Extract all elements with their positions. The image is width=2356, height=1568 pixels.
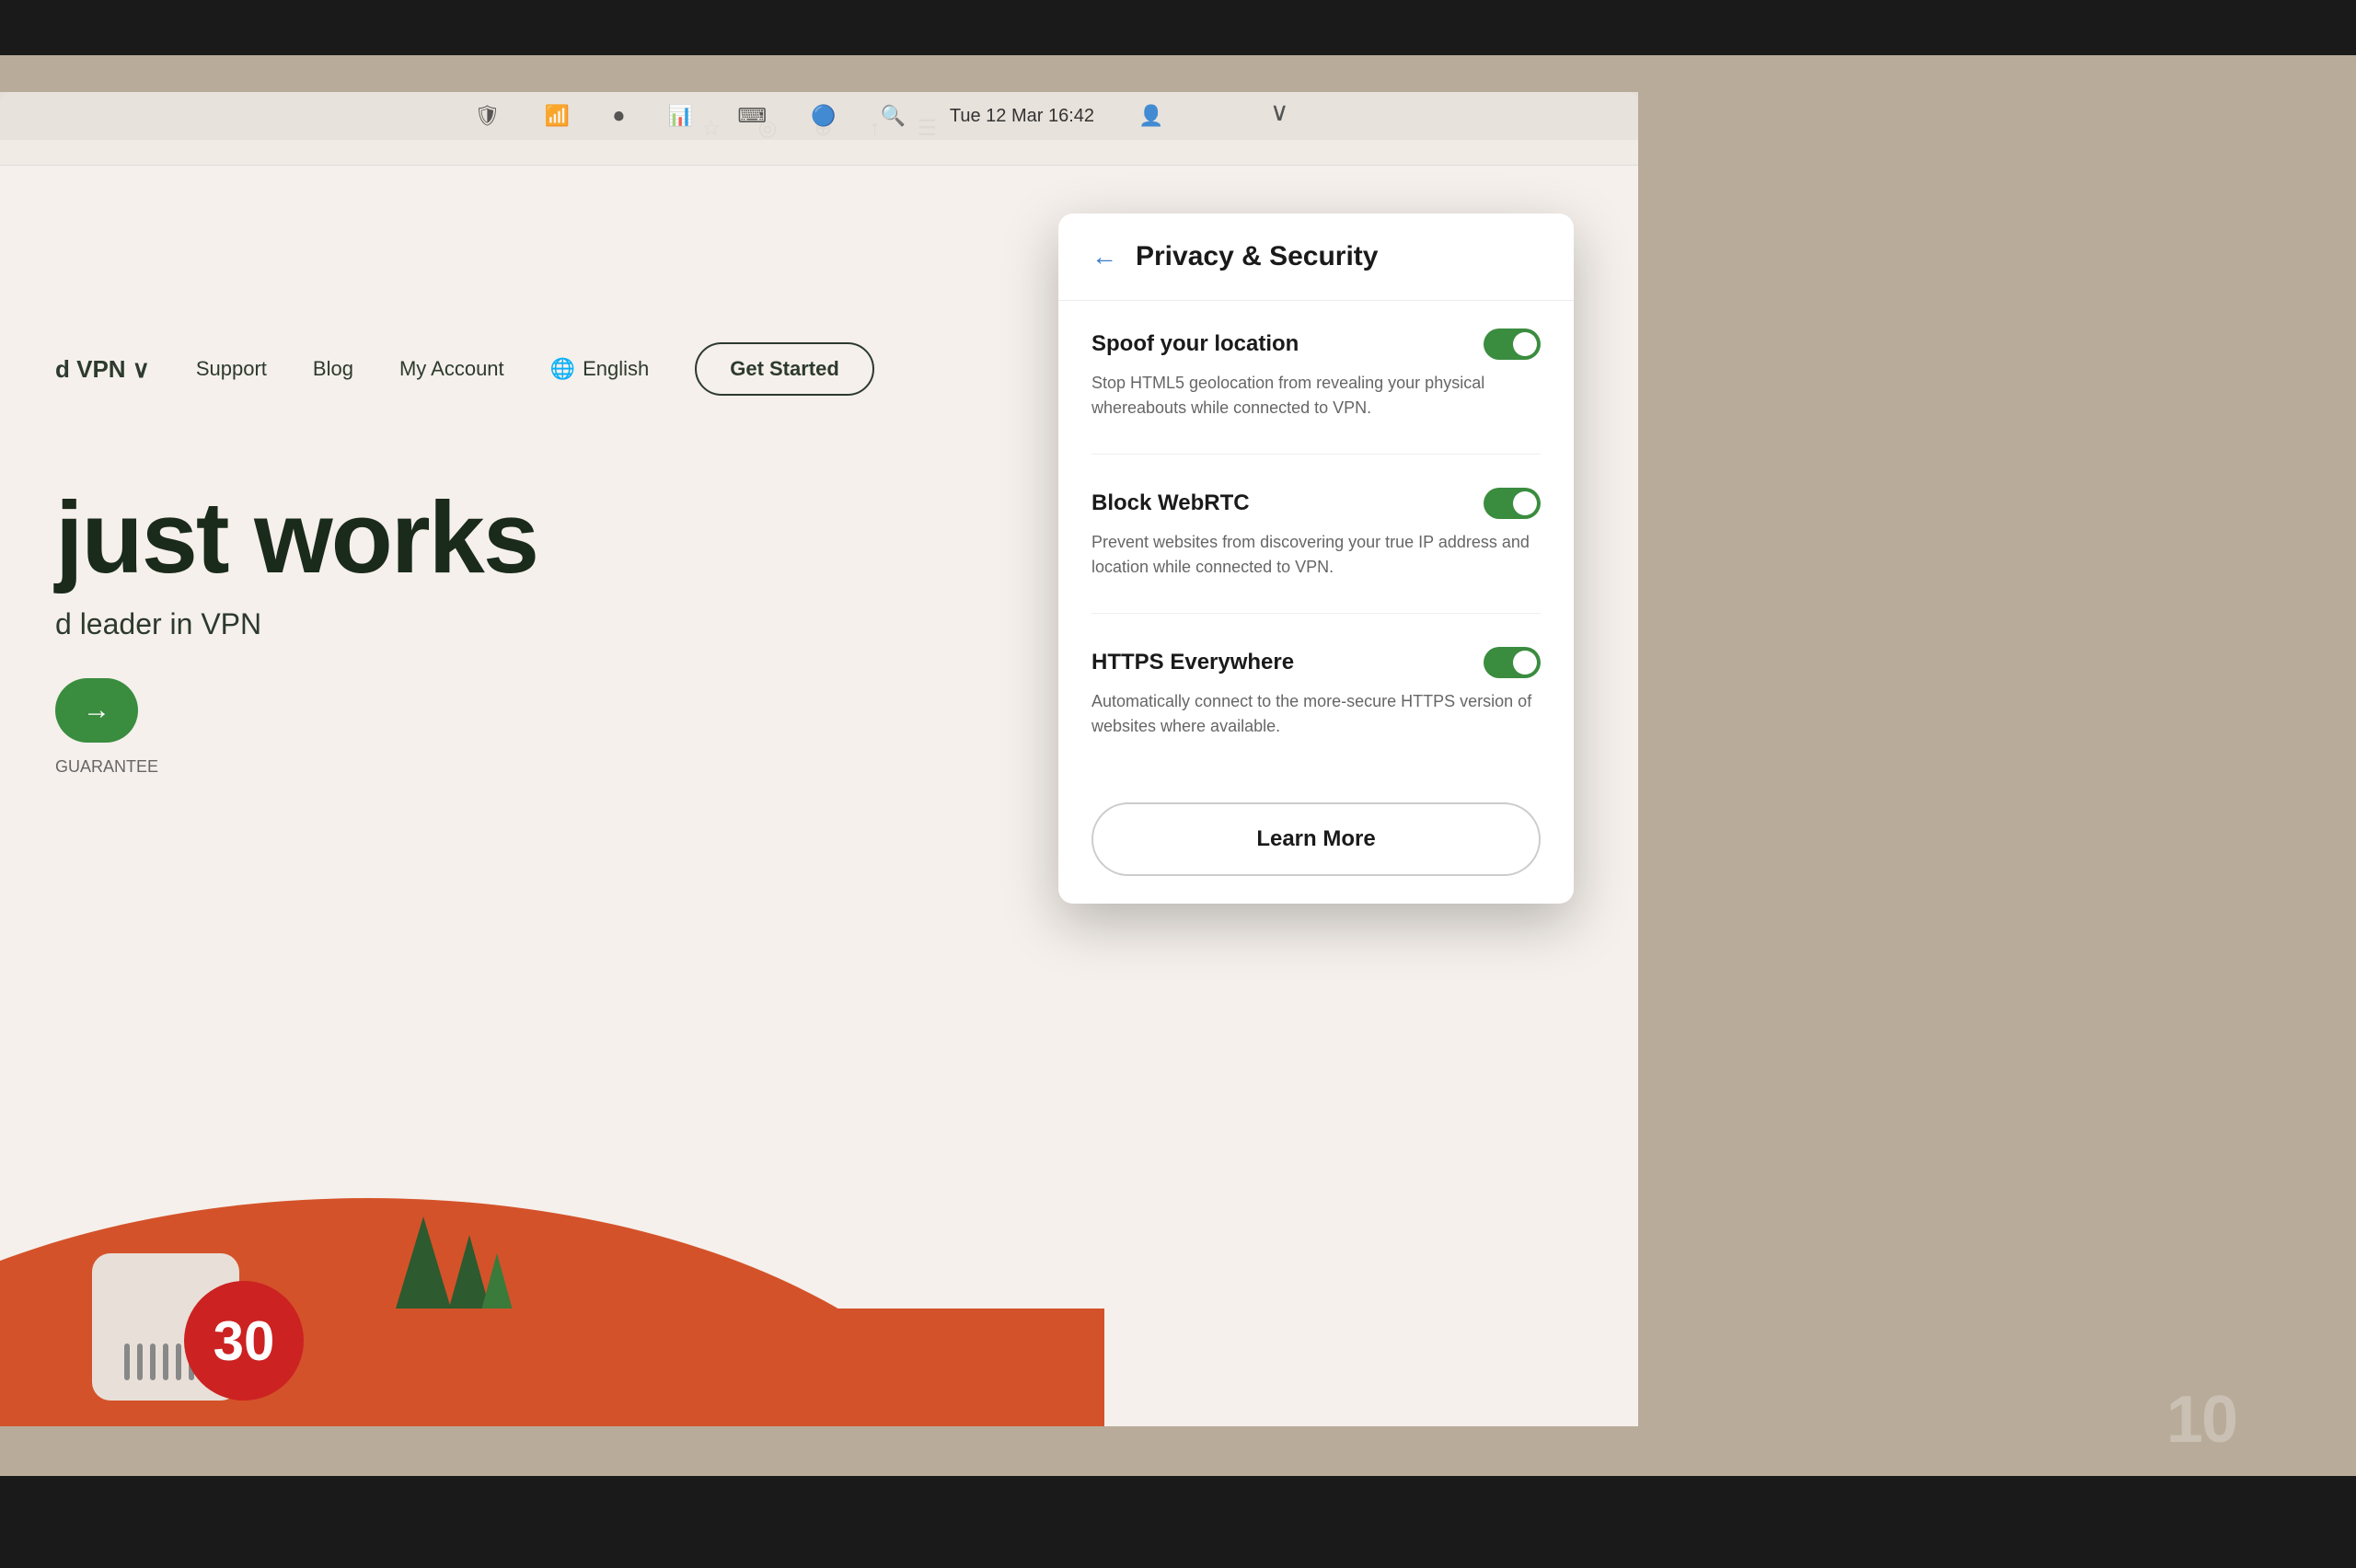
guarantee-text: GUARANTEE [55, 757, 1049, 777]
nav-my-account[interactable]: My Account [399, 357, 504, 381]
block-webrtc-row: Block WebRTC [1091, 488, 1541, 519]
shield-icon: 🛡 [475, 104, 501, 128]
panel-footer: Learn More [1091, 802, 1541, 876]
nav-english-label: English [583, 357, 649, 381]
back-icon[interactable]: ← [1091, 242, 1117, 271]
spoof-location-desc: Stop HTML5 geolocation from revealing yo… [1091, 371, 1541, 421]
privacy-security-panel: ← Privacy & Security Spoof your location… [1058, 213, 1574, 904]
hero-title: just works [55, 488, 1049, 589]
learn-more-button[interactable]: Learn More [1091, 802, 1541, 876]
bluetooth-icon: 🔵 [811, 104, 836, 128]
user-icon: 👤 [1138, 104, 1163, 128]
https-everywhere-desc: Automatically connect to the more-secure… [1091, 689, 1541, 739]
https-everywhere-toggle[interactable] [1484, 647, 1541, 678]
spoof-location-label: Spoof your location [1091, 331, 1299, 357]
hero-section: just works d leader in VPN → GUARANTEE [0, 432, 1104, 832]
chart-icon: 📊 [668, 104, 693, 128]
keyboard-icon: ⌨ [737, 104, 767, 128]
spoof-location-toggle[interactable] [1484, 329, 1541, 360]
https-everywhere-row: HTTPS Everywhere [1091, 647, 1541, 678]
website-content: d VPN ∨ Support Blog My Account 🌐 Englis… [0, 306, 1104, 1426]
block-webrtc-desc: Prevent websites from discovering your t… [1091, 530, 1541, 580]
panel-body: Spoof your location Stop HTML5 geolocati… [1058, 301, 1574, 800]
illustration-area: 30 [0, 922, 1104, 1426]
https-everywhere-setting: HTTPS Everywhere Automatically connect t… [1091, 647, 1541, 739]
bottom-dark-bar: 10 [0, 1476, 2356, 1568]
panel-title: Privacy & Security [1136, 241, 1378, 272]
site-nav: d VPN ∨ Support Blog My Account 🌐 Englis… [0, 306, 1104, 432]
top-dark-bar [0, 0, 2356, 55]
mac-menubar: 🛡 📶 ⏺ 📊 ⌨ 🔵 🔍 Tue 12 Mar 16:42 👤 [0, 92, 1638, 140]
watermark: 10 [2166, 1382, 2236, 1458]
stripe-2 [137, 1343, 143, 1380]
wifi-icon: 📶 [544, 104, 569, 128]
globe-icon: 🌐 [550, 357, 575, 381]
calendar-number: 30 [214, 1309, 275, 1373]
panel-collapse-chevron[interactable]: ∨ [1270, 97, 1289, 127]
nav-support[interactable]: Support [196, 357, 267, 381]
stripe-1 [124, 1343, 130, 1380]
record-icon: ⏺ [614, 104, 624, 128]
hero-cta-button[interactable]: → [55, 678, 138, 743]
stripe-3 [150, 1343, 156, 1380]
arrow-right-icon: → [83, 695, 110, 726]
divider-1 [1091, 454, 1541, 455]
spoof-location-row: Spoof your location [1091, 329, 1541, 360]
block-webrtc-label: Block WebRTC [1091, 490, 1250, 516]
datetime: Tue 12 Mar 16:42 [950, 106, 1094, 127]
panel-header: ← Privacy & Security [1058, 213, 1574, 301]
block-webrtc-toggle[interactable] [1484, 488, 1541, 519]
spoof-location-setting: Spoof your location Stop HTML5 geolocati… [1091, 329, 1541, 421]
nav-logo: d VPN ∨ [55, 355, 150, 384]
nav-english[interactable]: 🌐 English [550, 357, 650, 381]
calendar-number-badge: 30 [184, 1281, 304, 1401]
search-icon: 🔍 [880, 104, 905, 128]
nav-blog[interactable]: Blog [313, 357, 353, 381]
nav-logo-text: d VPN ∨ [55, 355, 150, 384]
stripe-4 [163, 1343, 168, 1380]
get-started-button[interactable]: Get Started [695, 342, 874, 396]
https-everywhere-label: HTTPS Everywhere [1091, 650, 1294, 675]
divider-2 [1091, 613, 1541, 614]
stripe-5 [176, 1343, 181, 1380]
block-webrtc-setting: Block WebRTC Prevent websites from disco… [1091, 488, 1541, 580]
hero-subtitle: d leader in VPN [55, 607, 1049, 641]
